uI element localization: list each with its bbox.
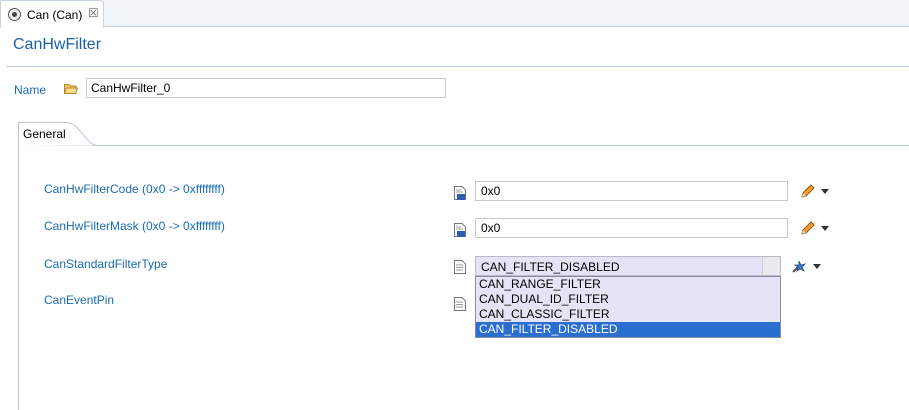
list-option-classic-filter[interactable]: CAN_CLASSIC_FILTER [476, 307, 780, 322]
wand-icon[interactable] [791, 258, 807, 274]
hex-document-icon [454, 186, 466, 200]
close-icon[interactable]: ☒ [88, 7, 99, 19]
filter-code-label: CanHwFilterCode (0x0 -> 0xffffffff) [44, 182, 225, 196]
event-pin-label: CanEventPin [44, 293, 115, 307]
combo-dropdown-button[interactable] [762, 257, 780, 275]
pencil-icon[interactable] [799, 183, 817, 199]
editor-tab-title: Can (Can) [27, 8, 83, 22]
editor-tab-can[interactable]: Can (Can) ☒ [0, 0, 104, 28]
filter-mask-input[interactable] [475, 218, 788, 238]
pencil-icon[interactable] [799, 220, 817, 236]
list-option-dual-id-filter[interactable]: CAN_DUAL_ID_FILTER [476, 292, 780, 307]
document-icon [454, 260, 466, 274]
combo-selected-value: CAN_FILTER_DISABLED [481, 260, 620, 274]
standard-filter-type-listbox[interactable]: CAN_RANGE_FILTER CAN_DUAL_ID_FILTER CAN_… [475, 276, 781, 338]
hex-document-icon [454, 223, 466, 237]
name-input[interactable] [86, 78, 446, 98]
editor-tab-strip: Can (Can) ☒ [0, 0, 909, 28]
name-label: Name [14, 83, 47, 97]
filter-code-input[interactable] [475, 181, 788, 201]
standard-filter-type-label: CanStandardFilterType [44, 257, 168, 271]
chevron-down-icon[interactable] [813, 264, 821, 270]
folder-open-icon[interactable] [64, 83, 78, 94]
chevron-down-icon[interactable] [821, 226, 829, 232]
tab-general-label: General [23, 127, 66, 141]
standard-filter-type-combo[interactable]: CAN_FILTER_DISABLED [475, 256, 781, 276]
list-option-range-filter[interactable]: CAN_RANGE_FILTER [476, 277, 780, 292]
config-icon [8, 8, 21, 21]
title-divider [6, 66, 909, 67]
list-option-filter-disabled[interactable]: CAN_FILTER_DISABLED [476, 322, 780, 337]
chevron-down-icon[interactable] [821, 189, 829, 195]
filter-mask-label: CanHwFilterMask (0x0 -> 0xffffffff) [44, 219, 225, 233]
document-icon [454, 297, 466, 311]
page-title: CanHwFilter [13, 36, 102, 53]
